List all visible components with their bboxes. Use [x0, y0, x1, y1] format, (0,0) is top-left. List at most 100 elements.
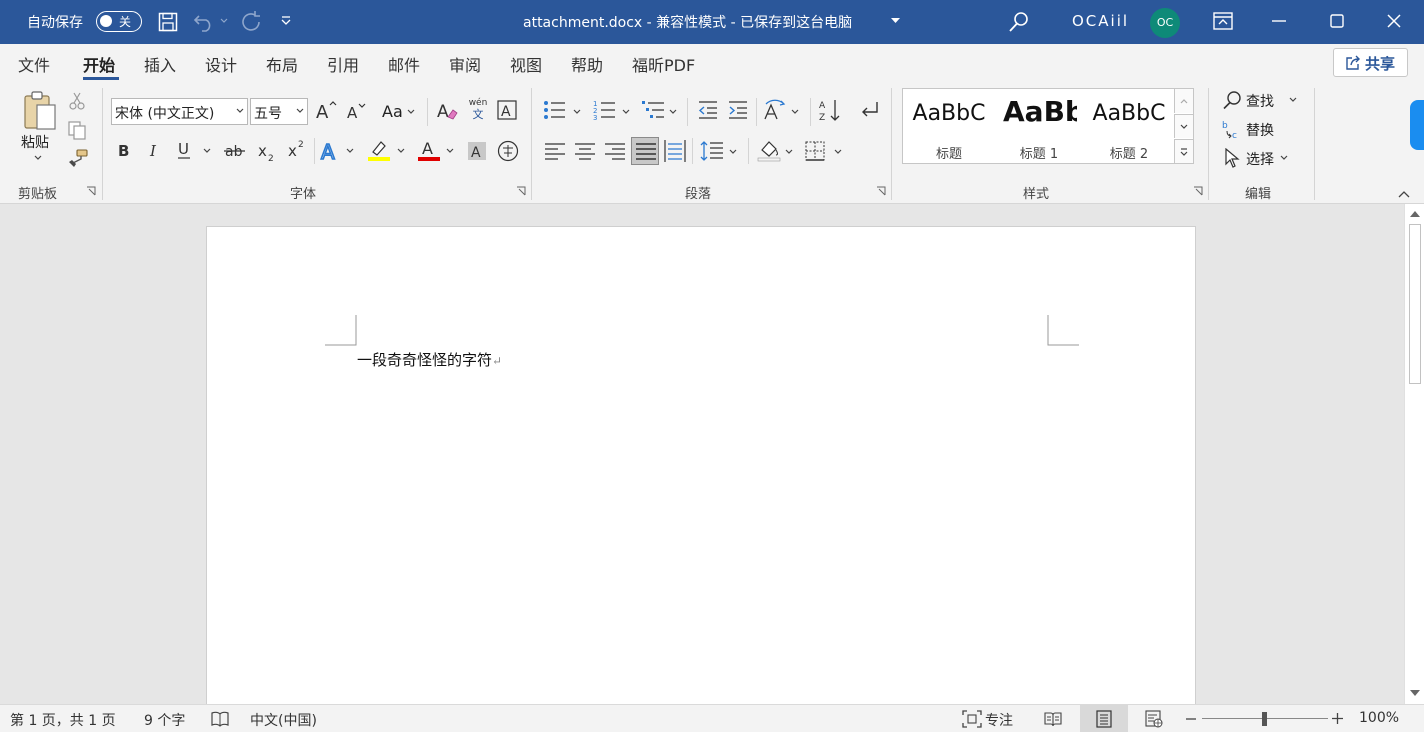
change-case-button[interactable]: Aa	[382, 102, 403, 121]
chevron-down-icon[interactable]	[834, 149, 842, 155]
vertical-scrollbar[interactable]	[1404, 204, 1424, 704]
underline-icon[interactable]: U	[176, 140, 192, 160]
phonetic-guide-button[interactable]: wén 文	[467, 98, 489, 120]
document-paragraph[interactable]: 一段奇奇怪怪的字符↵	[357, 349, 502, 370]
style-heading-1[interactable]: AaBb 标题 1	[995, 89, 1077, 163]
focus-mode-label[interactable]: 专注	[985, 710, 1013, 730]
bullets-icon[interactable]	[543, 100, 567, 120]
avatar[interactable]: OC	[1150, 8, 1180, 38]
search-icon[interactable]	[1008, 11, 1030, 33]
style-heading[interactable]: AaBbC 标题	[905, 89, 993, 163]
bold-icon[interactable]: B	[117, 142, 131, 158]
ribbon-display-options-icon[interactable]	[1213, 12, 1233, 30]
character-border-icon[interactable]: A	[497, 100, 517, 120]
customize-toolbar-icon[interactable]	[280, 16, 292, 26]
chevron-down-icon[interactable]	[785, 149, 793, 155]
document-page[interactable]: 一段奇奇怪怪的字符↵	[206, 226, 1196, 706]
justify-button[interactable]	[631, 137, 659, 165]
zoom-out-icon[interactable]	[1186, 718, 1196, 720]
gallery-scroll-down[interactable]	[1174, 114, 1193, 138]
undo-dropdown-icon[interactable]	[220, 18, 228, 24]
tab-insert[interactable]: 插入	[144, 52, 176, 76]
document-body-text[interactable]: 一段奇奇怪怪的字符	[357, 351, 492, 369]
tab-references[interactable]: 引用	[327, 52, 359, 76]
distributed-icon[interactable]	[664, 139, 686, 163]
tab-design[interactable]: 设计	[205, 52, 237, 76]
chevron-down-icon[interactable]	[791, 109, 799, 115]
tab-file[interactable]: 文件	[18, 52, 50, 76]
read-mode-icon[interactable]	[1044, 711, 1062, 727]
language-indicator[interactable]: 中文(中国)	[250, 710, 317, 730]
paste-icon[interactable]	[22, 90, 58, 132]
paste-dropdown-icon[interactable]	[34, 155, 42, 161]
collapse-ribbon-icon[interactable]	[1398, 190, 1410, 198]
chevron-down-icon[interactable]	[346, 148, 354, 154]
line-spacing-icon[interactable]	[700, 140, 724, 162]
find-button[interactable]: 查找	[1246, 91, 1274, 111]
enclose-characters-icon[interactable]	[497, 140, 519, 162]
chevron-down-icon[interactable]	[573, 109, 581, 115]
style-heading-2[interactable]: AaBbC 标题 2	[1085, 89, 1173, 163]
word-count[interactable]: 9 个字	[144, 710, 185, 730]
proofing-icon[interactable]	[211, 711, 229, 727]
chinese-layout-icon[interactable]	[763, 99, 787, 121]
undo-icon[interactable]	[193, 12, 215, 32]
focus-mode-icon[interactable]	[962, 710, 982, 728]
increase-indent-icon[interactable]	[727, 100, 749, 120]
scroll-down-icon[interactable]	[1410, 690, 1420, 697]
zoom-slider-thumb[interactable]	[1262, 712, 1267, 726]
align-left-icon[interactable]	[544, 142, 566, 160]
scroll-up-icon[interactable]	[1410, 210, 1420, 217]
cut-icon[interactable]	[69, 92, 85, 110]
minimize-icon[interactable]	[1272, 20, 1286, 22]
page-count[interactable]: 第 1 页，共 1 页	[10, 710, 116, 730]
shrink-font-icon[interactable]: A	[346, 102, 366, 120]
document-title[interactable]: attachment.docx - 兼容性模式 - 已保存到这台电脑	[523, 12, 852, 32]
superscript-icon[interactable]: x 2	[287, 138, 307, 160]
tab-mailings[interactable]: 邮件	[388, 52, 420, 76]
tab-layout[interactable]: 布局	[266, 52, 298, 76]
document-canvas[interactable]: 一段奇奇怪怪的字符↵	[0, 204, 1404, 706]
decrease-indent-icon[interactable]	[697, 100, 719, 120]
styles-dialog-launcher-icon[interactable]	[1193, 186, 1203, 196]
borders-icon[interactable]	[805, 141, 825, 161]
gallery-more[interactable]	[1174, 139, 1193, 163]
tab-review[interactable]: 审阅	[449, 52, 481, 76]
chevron-down-icon[interactable]	[729, 149, 737, 155]
find-icon[interactable]	[1222, 90, 1242, 110]
maximize-icon[interactable]	[1330, 14, 1344, 28]
strikethrough-icon[interactable]: ab	[224, 142, 246, 158]
chevron-down-icon[interactable]	[669, 109, 677, 115]
align-right-icon[interactable]	[604, 142, 626, 160]
sort-icon[interactable]: A Z	[818, 98, 842, 122]
multilevel-list-icon[interactable]	[642, 99, 666, 121]
select-button[interactable]: 选择	[1246, 149, 1274, 169]
clipboard-dialog-launcher-icon[interactable]	[86, 186, 96, 196]
chevron-down-icon[interactable]	[622, 109, 630, 115]
show-formatting-marks-icon[interactable]	[858, 100, 880, 120]
shading-icon[interactable]	[757, 138, 781, 162]
numbering-icon[interactable]: 1 2 3	[593, 99, 617, 121]
text-effects-icon[interactable]: A	[320, 140, 342, 162]
side-panel-tab[interactable]	[1410, 100, 1424, 150]
redo-icon[interactable]	[240, 11, 262, 33]
highlight-icon[interactable]	[367, 138, 391, 162]
character-shading-icon[interactable]: A	[467, 141, 487, 161]
user-name[interactable]: OCAiil	[1072, 12, 1129, 30]
tab-help[interactable]: 帮助	[571, 52, 603, 76]
tab-home[interactable]: 开始	[83, 52, 115, 76]
subscript-icon[interactable]: x 2	[257, 142, 277, 162]
copy-icon[interactable]	[67, 120, 87, 140]
autosave-toggle[interactable]: 关	[96, 11, 142, 32]
font-color-icon[interactable]: A	[417, 138, 441, 162]
align-center-icon[interactable]	[574, 142, 596, 160]
tab-view[interactable]: 视图	[510, 52, 542, 76]
zoom-in-icon[interactable]	[1332, 713, 1343, 724]
replace-icon[interactable]: b c	[1222, 119, 1242, 139]
chevron-down-icon[interactable]	[203, 148, 211, 154]
chevron-down-icon[interactable]	[446, 148, 454, 154]
gallery-scroll-up[interactable]	[1174, 89, 1193, 113]
share-button[interactable]: 共享	[1333, 48, 1408, 77]
replace-button[interactable]: 替换	[1246, 120, 1274, 140]
chevron-down-icon[interactable]	[407, 109, 415, 115]
